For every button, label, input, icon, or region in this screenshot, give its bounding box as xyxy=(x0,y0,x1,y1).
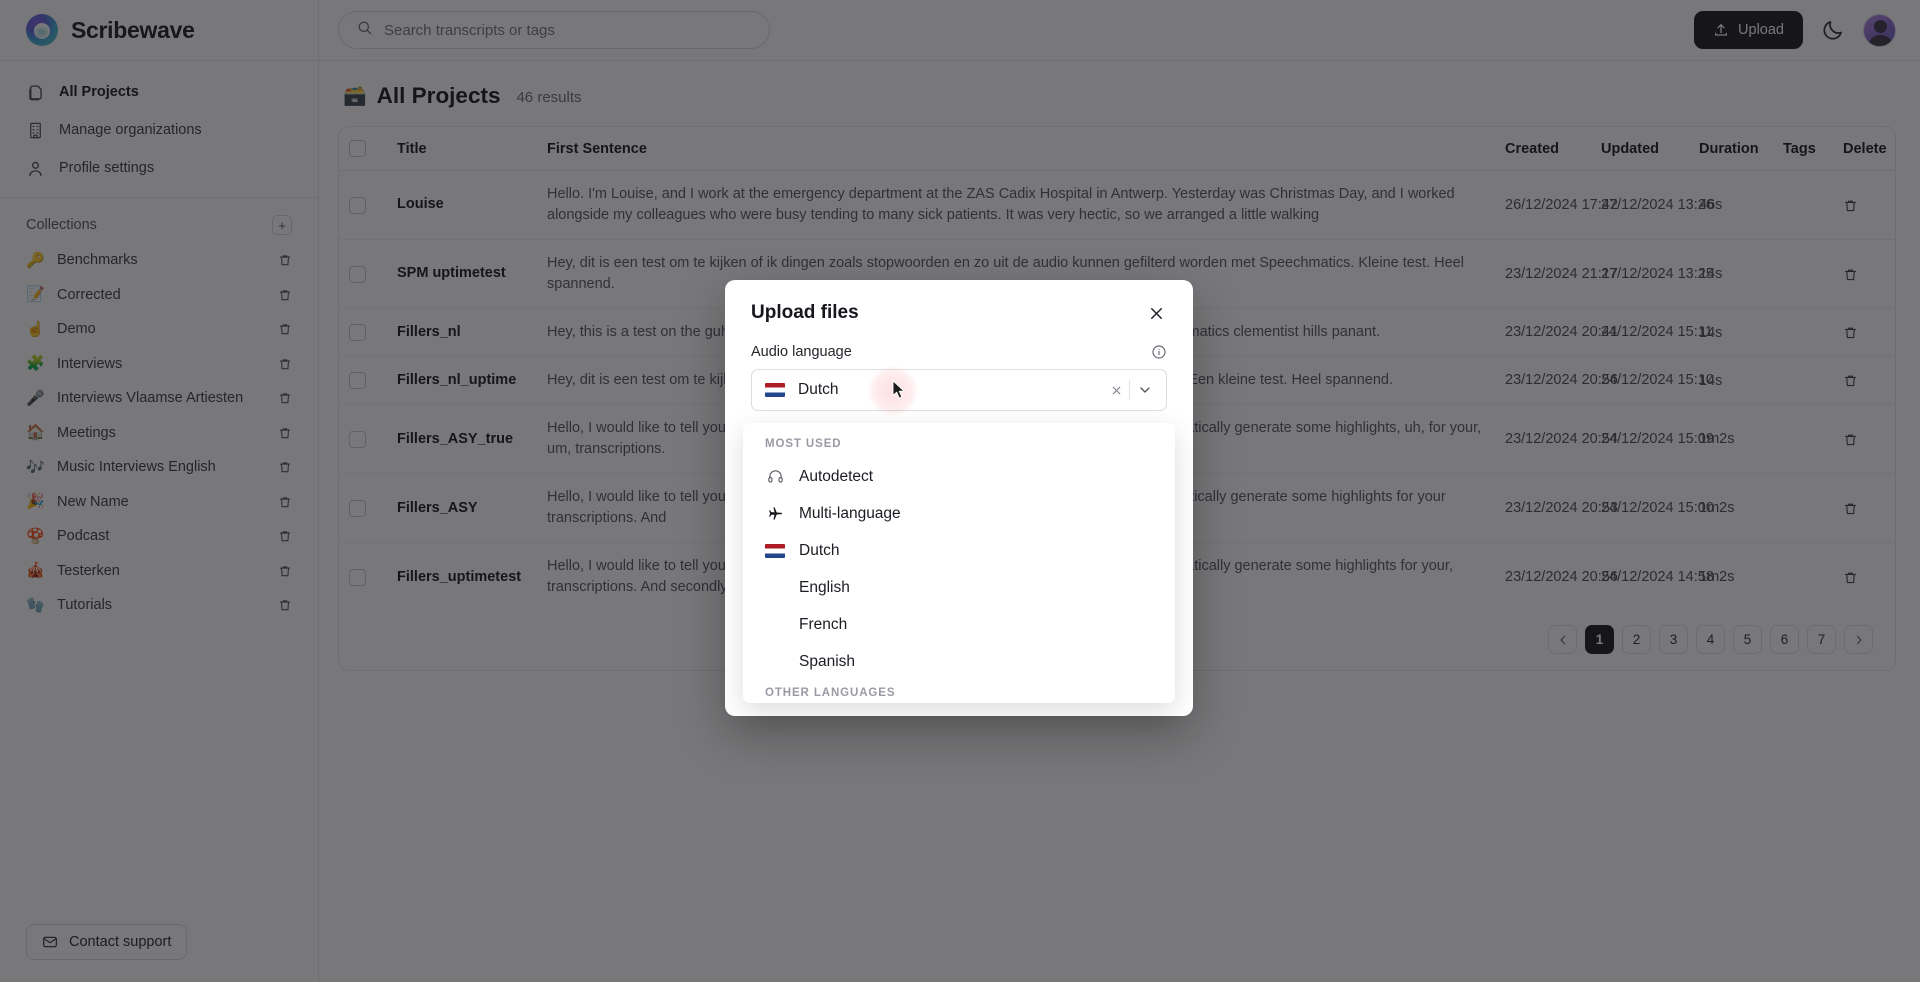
dropdown-option-label: French xyxy=(799,615,848,633)
selected-language-label: Dutch xyxy=(798,381,839,398)
dropdown-section-most-used: MOST USED xyxy=(765,438,842,450)
dropdown-option-label: Spanish xyxy=(799,652,856,670)
dropdown-option-multi-language[interactable]: Multi-language xyxy=(743,495,1175,532)
selected-language: Dutch xyxy=(765,381,839,399)
dropdown-option-english[interactable]: English xyxy=(743,569,1175,606)
audio-language-field-row: Audio language xyxy=(751,344,1167,360)
dropdown-option-autodetect[interactable]: Autodetect xyxy=(743,458,1175,495)
airplane-icon xyxy=(765,505,785,522)
flag-nl-icon xyxy=(765,383,785,397)
dropdown-option-label: Autodetect xyxy=(799,467,874,485)
close-icon[interactable] xyxy=(1145,302,1167,324)
flag-nl-icon xyxy=(765,543,785,558)
clear-icon[interactable] xyxy=(1103,377,1129,403)
upload-files-modal: Upload files Audio language Dutch MOST U… xyxy=(725,280,1193,716)
select-actions xyxy=(1103,377,1160,403)
headphones-icon xyxy=(765,468,785,485)
dropdown-option-spanish[interactable]: Spanish xyxy=(743,643,1175,680)
app-root: Scribewave All Projects xyxy=(0,0,1920,982)
modal-header: Upload files xyxy=(751,302,1167,324)
info-icon[interactable] xyxy=(1151,344,1167,360)
audio-language-select[interactable]: Dutch xyxy=(751,366,1167,416)
language-dropdown: MOST USED Autodetect Multi-language Dutc… xyxy=(743,423,1175,703)
mouse-cursor xyxy=(892,379,907,401)
dropdown-option-label: Multi-language xyxy=(799,504,901,522)
modal-title: Upload files xyxy=(751,302,859,323)
click-ripple xyxy=(868,366,918,416)
chevron-down-icon[interactable] xyxy=(1130,377,1160,403)
audio-language-label: Audio language xyxy=(751,344,852,360)
dropdown-option-dutch[interactable]: Dutch xyxy=(743,532,1175,569)
dropdown-option-label: Dutch xyxy=(799,541,840,559)
dropdown-option-label: English xyxy=(799,578,850,596)
dropdown-option-french[interactable]: French xyxy=(743,606,1175,643)
dropdown-section-other-languages: OTHER LANGUAGES xyxy=(765,687,896,699)
